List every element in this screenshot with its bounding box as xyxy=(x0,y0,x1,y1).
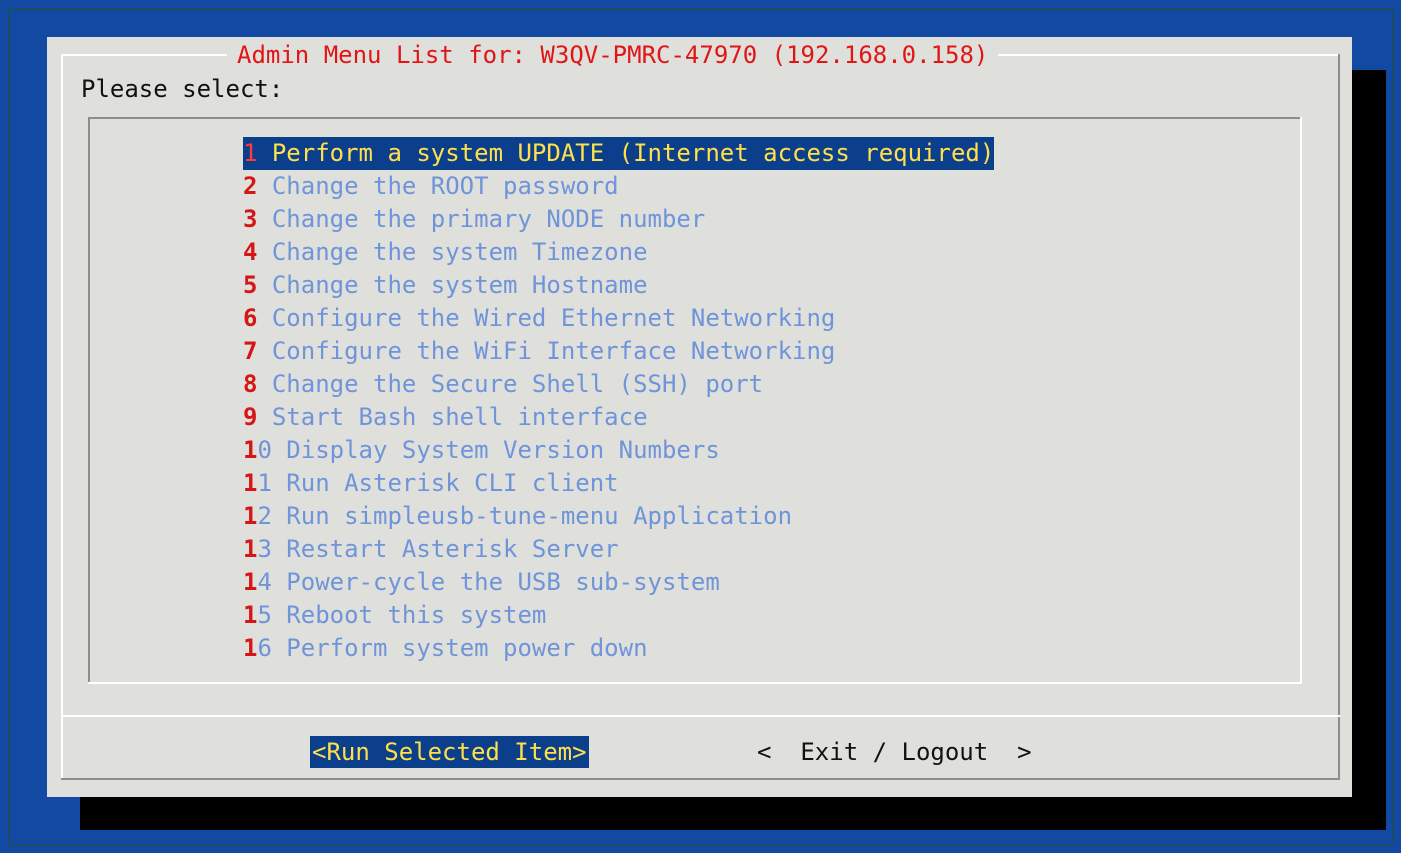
menu-item[interactable]: 13 Restart Asterisk Server xyxy=(243,533,994,566)
menu-item-label: Change the Secure Shell (SSH) port xyxy=(271,370,764,398)
menu-item-hotkey: 1 xyxy=(243,568,258,596)
menu-item-hotkey: 4 xyxy=(243,238,258,266)
menu-item-number: 11 xyxy=(243,467,272,500)
menu-item-number: 2 xyxy=(243,170,257,203)
button-row: <Run Selected Item> < Exit / Logout > xyxy=(47,717,1352,797)
menu-item-hotkey: 2 xyxy=(243,172,258,200)
run-selected-item-button[interactable]: <Run Selected Item> xyxy=(310,736,589,768)
menu-item-number: 10 xyxy=(243,434,272,467)
menu-item[interactable]: 11 Run Asterisk CLI client xyxy=(243,467,994,500)
menu-item-number-rest: 2 xyxy=(257,502,272,530)
menu-item-label: Perform system power down xyxy=(286,634,648,662)
menu-item-label: Run Asterisk CLI client xyxy=(286,469,619,497)
menu-item-hotkey: 1 xyxy=(243,601,258,629)
menu-item[interactable]: 6 Configure the Wired Ethernet Networking xyxy=(243,302,994,335)
menu-item-number-rest: 0 xyxy=(257,436,272,464)
menu-item-number-rest: 3 xyxy=(257,535,272,563)
menu-box-border-bottom xyxy=(88,682,1302,684)
menu-item[interactable]: 10 Display System Version Numbers xyxy=(243,434,994,467)
menu-item[interactable]: 16 Perform system power down xyxy=(243,632,994,665)
dialog-border-right xyxy=(1338,72,1340,780)
menu-item-number-rest: 5 xyxy=(257,601,272,629)
menu-item-number: 7 xyxy=(243,335,257,368)
menu-item-number: 8 xyxy=(243,368,257,401)
menu-item[interactable]: 15 Reboot this system xyxy=(243,599,994,632)
menu-item-number: 4 xyxy=(243,236,257,269)
exit-logout-button[interactable]: < Exit / Logout > xyxy=(757,736,1032,768)
menu-item-hotkey: 5 xyxy=(243,271,258,299)
menu-box-border-top xyxy=(88,117,1302,119)
menu-item-number: 1 xyxy=(243,137,257,170)
menu-item-hotkey: 1 xyxy=(243,436,258,464)
dialog-border-left xyxy=(61,54,63,780)
menu-list: 1 Perform a system UPDATE (Internet acces… xyxy=(243,137,995,665)
menu-item[interactable]: 5 Change the system Hostname xyxy=(243,269,994,302)
menu-item[interactable]: 2 Change the ROOT password xyxy=(243,170,994,203)
menu-item-number-rest: 4 xyxy=(257,568,272,596)
menu-item[interactable]: 8 Change the Secure Shell (SSH) port xyxy=(243,368,994,401)
menu-item-number: 13 xyxy=(243,533,272,566)
dialog-title: Admin Menu List for: W3QV-PMRC-47970 (19… xyxy=(227,39,999,71)
menu-item-number: 3 xyxy=(243,203,257,236)
menu-item-hotkey: 3 xyxy=(243,205,258,233)
menu-item-hotkey: 9 xyxy=(243,403,258,431)
menu-item-label: Configure the Wired Ethernet Networking xyxy=(271,304,836,332)
menu-item-label: Power-cycle the USB sub-system xyxy=(286,568,720,596)
menu-item-hotkey: 1 xyxy=(243,139,258,167)
menu-item-number: 5 xyxy=(243,269,257,302)
menu-item[interactable]: 7 Configure the WiFi Interface Networking xyxy=(243,335,994,368)
menu-item-number-rest: 1 xyxy=(257,469,272,497)
menu-item-hotkey: 8 xyxy=(243,370,258,398)
select-prompt: Please select: xyxy=(81,75,284,103)
menu-item-hotkey: 6 xyxy=(243,304,258,332)
menu-box-border-right xyxy=(1300,117,1302,684)
menu-item-selected[interactable]: 1 Perform a system UPDATE (Internet acces… xyxy=(243,137,995,170)
menu-item-label: Change the system Hostname xyxy=(271,271,648,299)
menu-item[interactable]: 9 Start Bash shell interface xyxy=(243,401,994,434)
menu-item[interactable]: 4 Change the system Timezone xyxy=(243,236,994,269)
menu-item-label: Run simpleusb-tune-menu Application xyxy=(286,502,793,530)
menu-item-label: Restart Asterisk Server xyxy=(286,535,619,563)
menu-item-number-rest: 6 xyxy=(257,634,272,662)
menu-item-label: Configure the WiFi Interface Networking xyxy=(271,337,836,365)
menu-item-number: 9 xyxy=(243,401,257,434)
menu-item-hotkey: 1 xyxy=(243,535,258,563)
menu-item-label: Reboot this system xyxy=(286,601,547,629)
menu-item-label: Change the ROOT password xyxy=(271,172,619,200)
menu-item-number: 14 xyxy=(243,566,272,599)
menu-item-hotkey: 1 xyxy=(243,502,258,530)
menu-item-number: 16 xyxy=(243,632,272,665)
menu-item-number: 6 xyxy=(243,302,257,335)
menu-item-hotkey: 1 xyxy=(243,634,258,662)
menu-item-label: Change the system Timezone xyxy=(271,238,648,266)
menu-item-number: 15 xyxy=(243,599,272,632)
menu-item-hotkey: 7 xyxy=(243,337,258,365)
menu-item[interactable]: 3 Change the primary NODE number xyxy=(243,203,994,236)
menu-item-label: Change the primary NODE number xyxy=(271,205,706,233)
menu-item[interactable]: 12 Run simpleusb-tune-menu Application xyxy=(243,500,994,533)
dialog-border-right-top xyxy=(1338,54,1340,72)
menu-item-number: 12 xyxy=(243,500,272,533)
menu-item-hotkey: 1 xyxy=(243,469,258,497)
admin-menu-dialog: Admin Menu List for: W3QV-PMRC-47970 (19… xyxy=(47,37,1352,797)
menu-item-label: Start Bash shell interface xyxy=(271,403,648,431)
menu-item-label: Perform a system UPDATE (Internet access… xyxy=(271,139,995,167)
menu-item-label: Display System Version Numbers xyxy=(286,436,720,464)
menu-item[interactable]: 14 Power-cycle the USB sub-system xyxy=(243,566,994,599)
menu-box-border-left xyxy=(88,117,90,684)
